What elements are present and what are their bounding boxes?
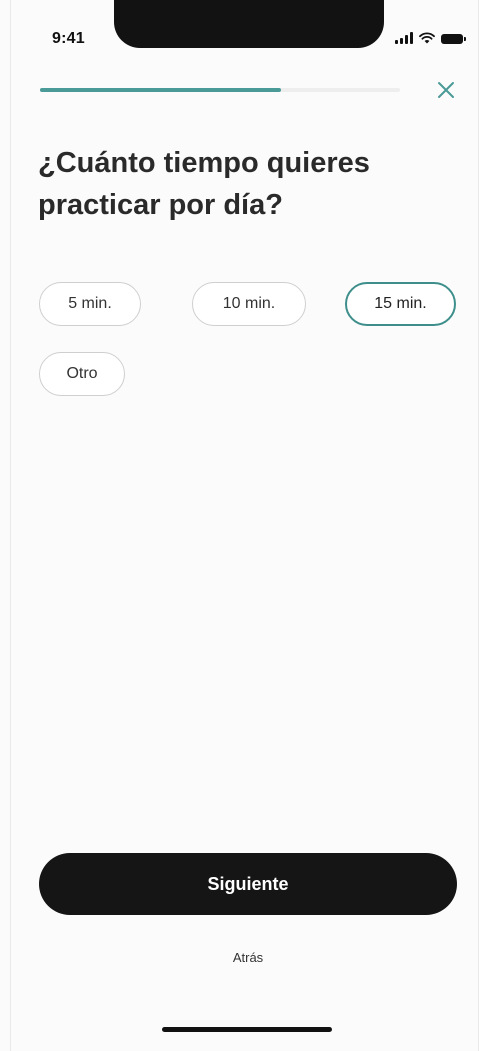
wifi-icon	[419, 32, 435, 44]
status-icons	[395, 30, 466, 44]
option-label: Otro	[66, 365, 98, 382]
close-button[interactable]	[433, 77, 459, 103]
progress-bar-fill	[40, 88, 282, 92]
status-bar: 9:41	[0, 0, 479, 60]
back-link[interactable]: Atrás	[233, 950, 263, 965]
question-title: ¿Cuánto tiempo quieres practicar por día…	[38, 147, 370, 221]
option-label: 15 min.	[374, 295, 427, 312]
option-otro[interactable]: Otro	[39, 352, 125, 396]
signal-icon	[395, 32, 413, 44]
option-label: 5 min.	[68, 295, 112, 312]
frame-edge	[10, 0, 11, 1051]
close-icon	[438, 82, 454, 98]
back-link-row: Atrás	[0, 950, 479, 965]
status-time: 9:41	[52, 30, 85, 47]
option-5-min[interactable]: 5 min.	[39, 282, 141, 326]
battery-icon	[441, 34, 466, 44]
home-indicator	[162, 1027, 332, 1032]
app-screen: 9:41 ¿Cuánto tiempo quieres practicar po…	[0, 0, 479, 1051]
device-notch	[114, 0, 384, 48]
next-button[interactable]: Siguiente	[39, 853, 457, 915]
option-10-min[interactable]: 10 min.	[192, 282, 306, 326]
option-15-min[interactable]: 15 min.	[345, 282, 456, 326]
progress-bar	[40, 88, 400, 92]
option-label: 10 min.	[222, 295, 276, 312]
